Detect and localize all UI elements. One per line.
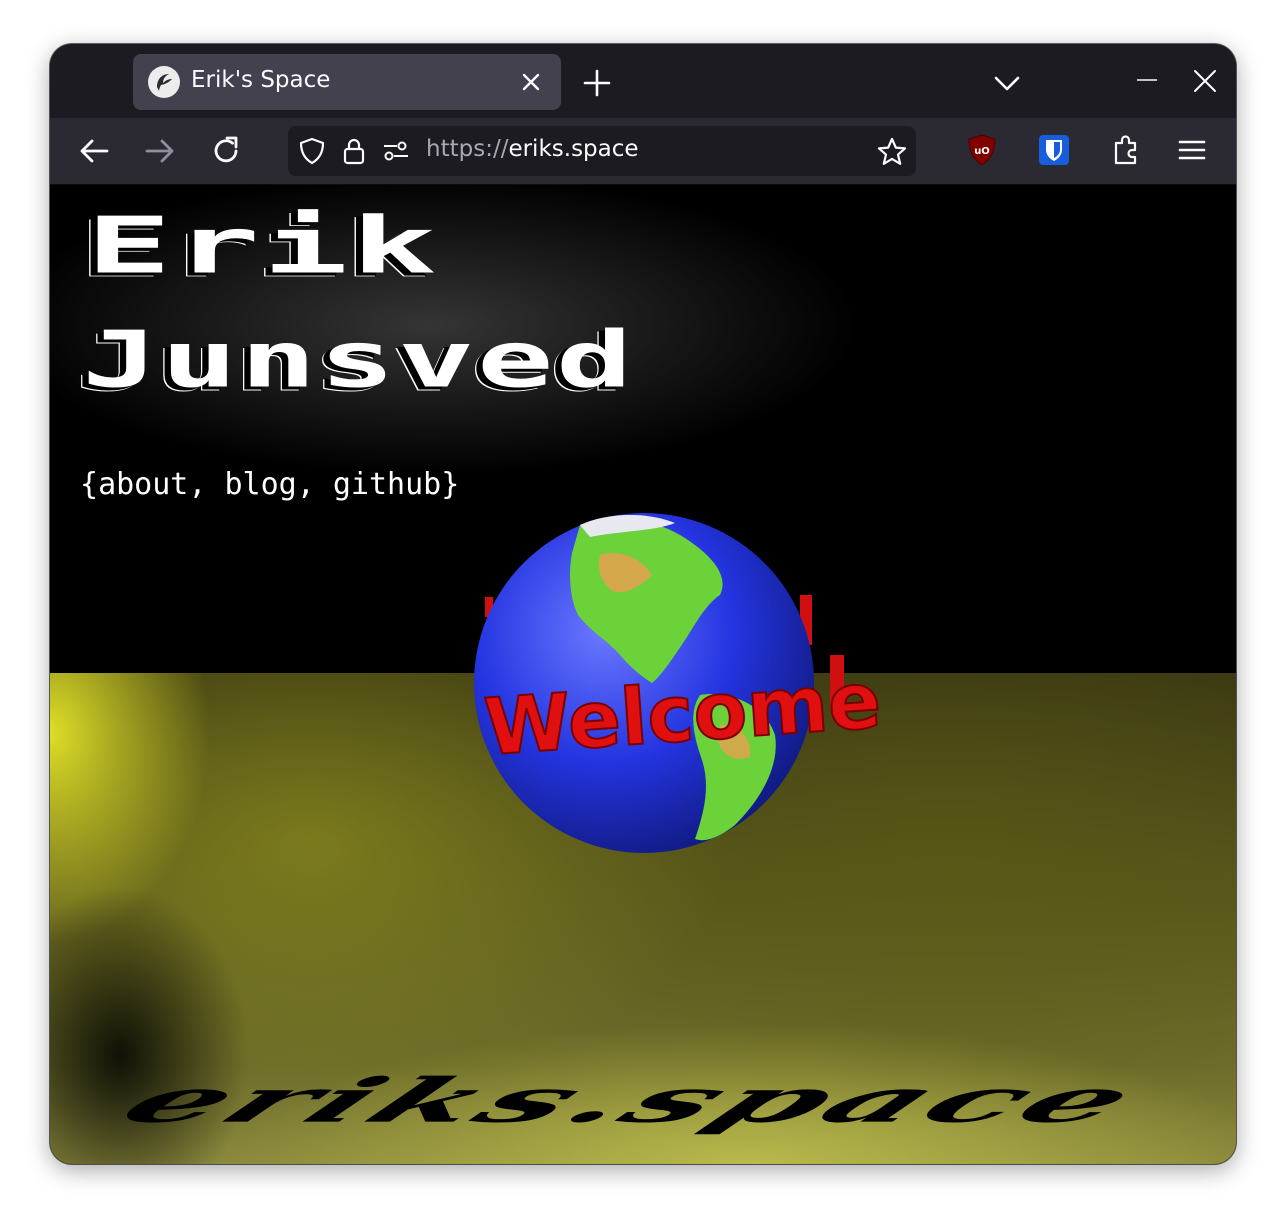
tab-strip: Erik's Space — [50, 44, 1236, 118]
shield-icon[interactable] — [298, 137, 326, 165]
about-link[interactable]: about — [98, 467, 188, 502]
hamburger-menu-icon[interactable] — [1174, 132, 1210, 168]
reload-icon[interactable] — [208, 133, 244, 169]
bitwarden-shield-icon[interactable] — [1036, 132, 1072, 168]
url-text[interactable]: https://eriks.space — [426, 136, 639, 162]
tab-active[interactable]: Erik's Space — [133, 54, 561, 110]
separator: , — [188, 467, 225, 502]
page-content: Erik Junsved {about, blog, github} Welco… — [50, 185, 1236, 1164]
close-icon[interactable] — [1188, 66, 1222, 100]
browser-window: Erik's Space https://eriks.space uO Erik… — [50, 44, 1236, 1164]
arrow-left-icon[interactable] — [76, 133, 112, 169]
tab-title: Erik's Space — [191, 67, 331, 93]
ublock-origin-icon[interactable]: uO — [964, 132, 1000, 168]
separator: , — [296, 467, 333, 502]
brace-close: } — [441, 467, 460, 502]
ublock-label: uO — [974, 146, 990, 157]
chevron-down-icon[interactable] — [990, 66, 1024, 100]
title-last-name: Junsved — [82, 313, 636, 406]
permissions-icon[interactable] — [382, 137, 410, 165]
puzzle-icon[interactable] — [1108, 132, 1144, 168]
url-bar[interactable]: https://eriks.space — [288, 126, 916, 176]
footer-logo-text: eriks.space — [99, 1065, 1166, 1136]
lock-icon[interactable] — [340, 137, 368, 165]
plus-icon[interactable] — [580, 66, 614, 100]
star-icon[interactable] — [876, 136, 908, 168]
url-host: eriks.space — [508, 136, 639, 162]
blog-link[interactable]: blog — [225, 467, 297, 502]
welcome-globe-image: Welcome — [430, 505, 885, 865]
tab-close-icon[interactable] — [519, 70, 543, 94]
arrow-right-icon[interactable] — [142, 133, 178, 169]
site-logo-icon — [148, 66, 180, 98]
github-link[interactable]: github — [333, 467, 441, 502]
minimize-icon[interactable] — [1130, 66, 1164, 100]
site-nav: {about, blog, github} — [80, 467, 459, 502]
title-first-name: Erik — [86, 199, 440, 292]
navigation-toolbar: https://eriks.space uO — [50, 118, 1236, 185]
brace-open: { — [80, 467, 99, 502]
url-scheme: https:// — [426, 136, 509, 162]
